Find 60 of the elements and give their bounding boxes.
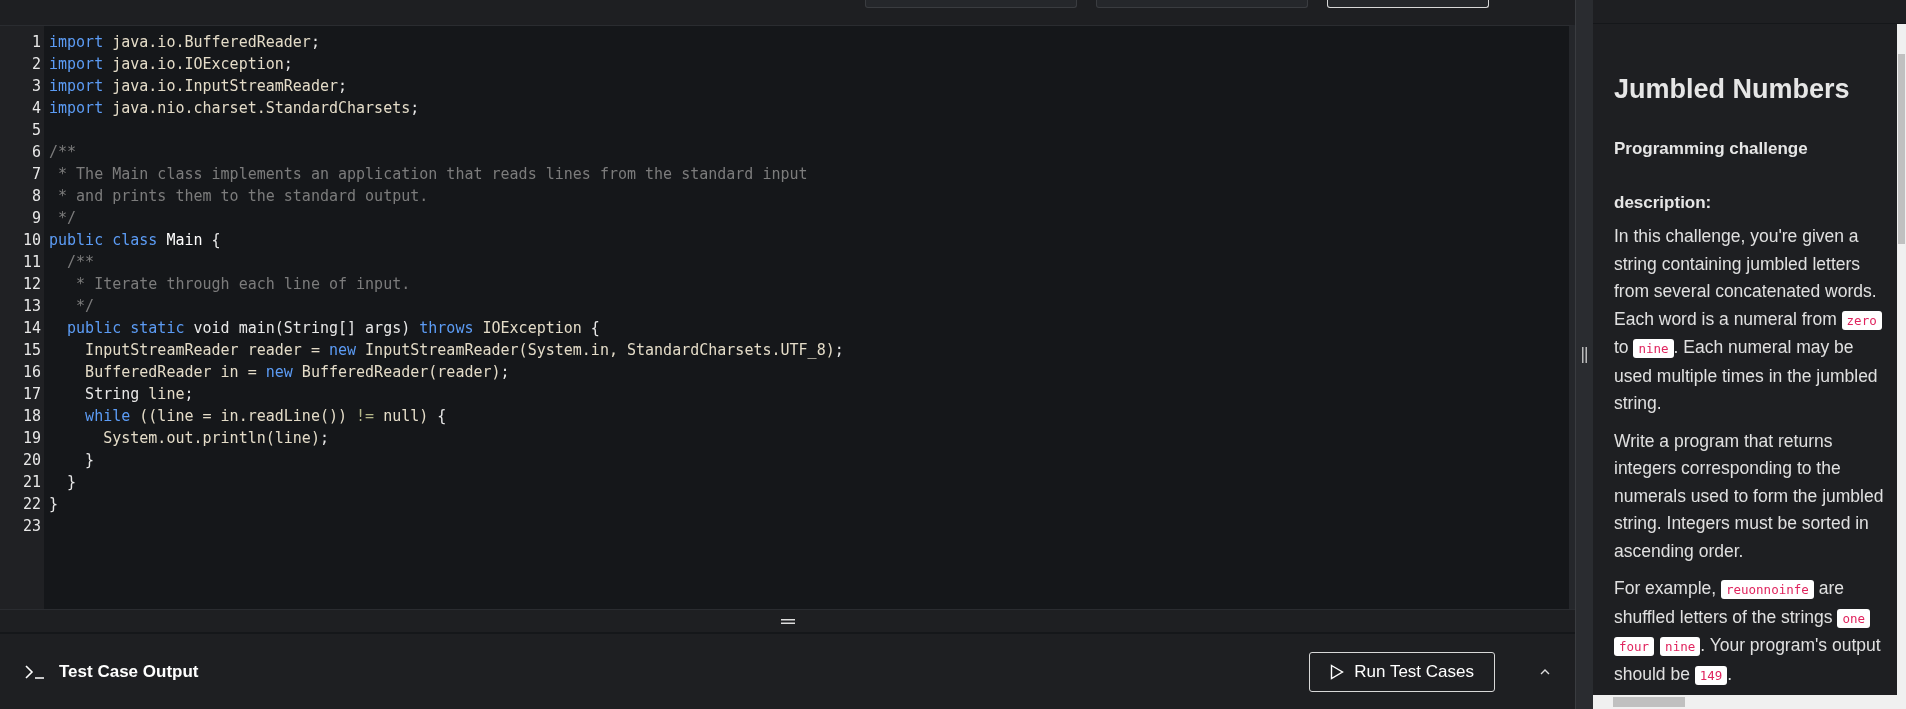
terminal-icon xyxy=(25,664,45,679)
code-line: } xyxy=(66,472,78,493)
description-paragraph: In this challenge, you're given a string containing jumbled letters from several concatenated words. Each word is a numeral from zero to nine . Each numeral may be used multiple times in the jumbled string. xyxy=(1614,223,1887,418)
description-paragraph: For example, reuonnoinfe are shuffled letters of the strings one four nine . Your program's output should be 149 . xyxy=(1614,577,1882,687)
challenge-title: Jumbled Numbers xyxy=(1614,74,1851,105)
run-test-cases-button[interactable]: Run Test Cases xyxy=(1309,651,1495,692)
code-line: import java.io.IOException; xyxy=(49,54,294,75)
vertical-scrollbar[interactable] xyxy=(1897,24,1906,695)
code-line: * The Main class implements an application that reads lines from the standard input xyxy=(57,164,809,185)
code-line: */ xyxy=(57,208,78,229)
line-number: 5 xyxy=(30,120,42,141)
line-number: 19 xyxy=(21,428,42,449)
code-line: * and prints them to the standard output. xyxy=(57,186,430,207)
line-number: 8 xyxy=(30,186,42,207)
code-line: import java.nio.charset.StandardCharsets; xyxy=(49,98,421,119)
code-editor[interactable] xyxy=(0,25,1575,609)
line-number: 6 xyxy=(30,142,42,163)
panel-title: Test Case Output xyxy=(59,661,200,682)
code-line: } xyxy=(84,450,96,471)
line-number: 18 xyxy=(21,406,42,427)
line-number: 12 xyxy=(21,274,42,295)
code-line: /** xyxy=(49,142,78,163)
description-paragraph: Write a program that returns integers corresponding to the numerals used to form the jumbled string. Integers must be sorted in ascending order. xyxy=(1614,429,1885,563)
line-number: 11 xyxy=(21,252,42,273)
line-number: 23 xyxy=(21,516,42,537)
horizontal-scrollbar[interactable] xyxy=(1593,695,1906,709)
caret-up-icon[interactable] xyxy=(1540,668,1550,675)
line-number: 13 xyxy=(21,296,42,317)
line-number: 4 xyxy=(30,98,42,119)
line-number: 21 xyxy=(21,472,42,493)
code-line: */ xyxy=(75,296,96,317)
code-line: InputStreamReader reader = new InputStreamReader(System.in, StandardCharsets.UTF_8); xyxy=(84,340,845,361)
code-line: String line; xyxy=(84,384,195,405)
code-line: System.out.println(line); xyxy=(102,428,330,449)
line-number: 14 xyxy=(21,318,42,339)
line-number: 10 xyxy=(21,230,42,251)
line-number: 22 xyxy=(21,494,42,515)
line-number: 20 xyxy=(21,450,42,471)
code-line: import java.io.BufferedReader; xyxy=(49,32,321,53)
code-line: } xyxy=(49,494,60,515)
resize-handle-icon[interactable] xyxy=(780,618,795,624)
line-number: 16 xyxy=(21,362,42,383)
line-number: 7 xyxy=(30,164,42,185)
code-line: public static void main(String[] args) throws IOException { xyxy=(66,318,601,339)
section-heading: description: xyxy=(1614,193,1713,213)
line-number: 9 xyxy=(30,208,42,229)
section-heading: Programming challenge xyxy=(1614,139,1809,159)
line-number: 3 xyxy=(30,76,42,97)
line-number: 2 xyxy=(30,54,42,75)
code-line: while ((line = in.readLine()) != null) { xyxy=(84,406,448,427)
code-line: * Iterate through each line of input. xyxy=(75,274,412,295)
splitter-handle-icon[interactable] xyxy=(1582,346,1587,363)
code-line: /** xyxy=(66,252,96,273)
code-line: public class Main { xyxy=(49,230,222,251)
line-number: 15 xyxy=(21,340,42,361)
line-number: 1 xyxy=(30,32,42,53)
line-number: 17 xyxy=(21,384,42,405)
code-line: import java.io.InputStreamReader; xyxy=(49,76,349,97)
play-icon xyxy=(1330,663,1345,680)
code-line: BufferedReader in = new BufferedReader(reader); xyxy=(84,362,511,383)
